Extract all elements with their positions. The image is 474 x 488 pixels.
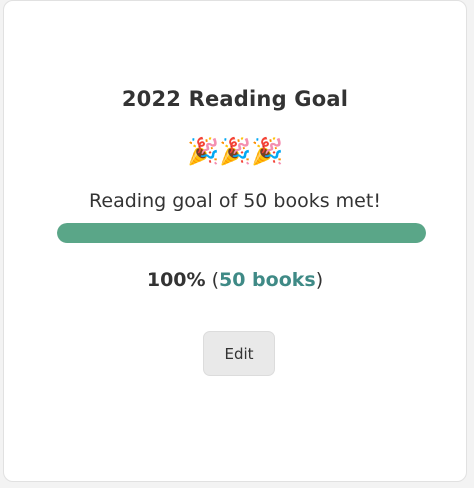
books-count-link[interactable]: 50 books: [219, 269, 316, 291]
progress-stats: 100% (50 books): [146, 269, 324, 291]
edit-button[interactable]: Edit: [203, 331, 275, 376]
party-popper-icon: 🎉: [219, 137, 252, 167]
party-popper-icon: 🎉: [187, 137, 220, 167]
celebration-emojis: 🎉🎉🎉: [4, 135, 466, 169]
reading-goal-card: 2022 Reading Goal 🎉🎉🎉 Reading goal of 50…: [3, 0, 467, 482]
progress-bar: [57, 223, 426, 243]
progress-bar-fill: [57, 223, 426, 243]
goal-title: 2022 Reading Goal: [121, 87, 349, 111]
progress-percent: 100%: [146, 269, 206, 291]
party-popper-icon: 🎉: [251, 137, 284, 167]
goal-met-message: Reading goal of 50 books met!: [89, 190, 381, 212]
